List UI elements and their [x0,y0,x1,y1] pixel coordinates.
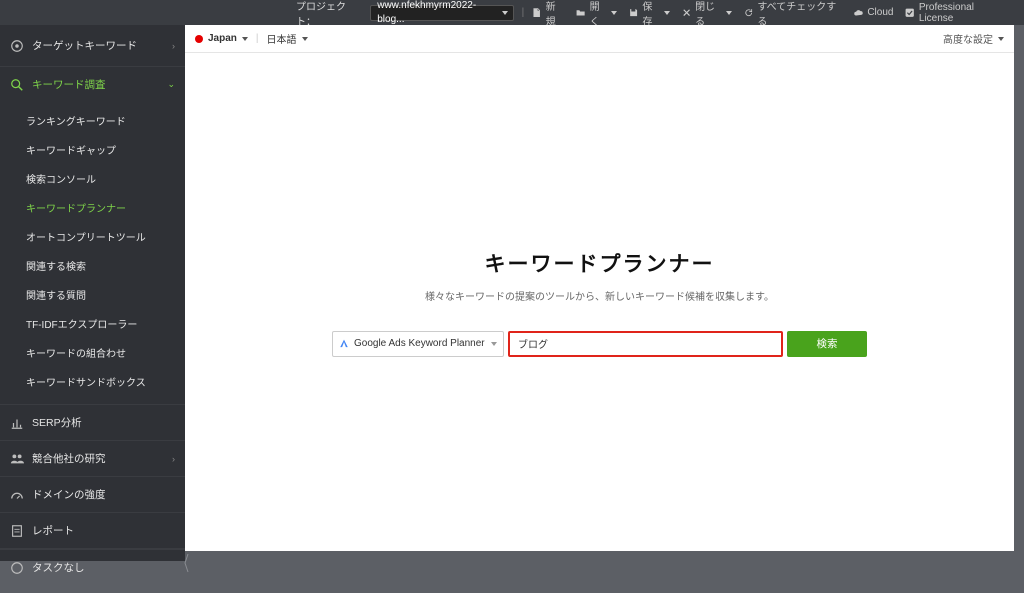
topbar-save[interactable]: 保存 [629,0,670,28]
sidebar-target-keyword[interactable]: ターゲットキーワード › [0,25,185,67]
divider: | [522,7,525,18]
topbar-close-label: 閉じる [695,0,723,28]
sidebar-sub-keyword-combos[interactable]: キーワードの組合わせ [0,338,185,367]
sidebar-label: タスクなし [32,560,175,575]
search-button[interactable]: 検索 [787,331,867,357]
language-selector[interactable]: 日本語 [267,31,308,46]
advanced-settings[interactable]: 高度な設定 [943,31,1004,46]
sidebar-sub-keyword-sandbox[interactable]: キーワードサンドボックス [0,367,185,396]
topbar-checkall-label: すべてチェックする [757,0,841,28]
sidebar-domain-strength[interactable]: ドメインの強度 [0,477,185,513]
topbar-cloud-label: Cloud [867,7,893,18]
topbar-save-label: 保存 [642,0,660,28]
chevron-down-icon [611,11,617,15]
sidebar-report[interactable]: レポート [0,513,185,549]
main-panel: Japan | 日本語 高度な設定 キーワードプランナー 様々なキーワードの提案… [185,25,1014,551]
sidebar-competitor[interactable]: 競合他社の研究 › [0,441,185,477]
planner-source-label: Google Ads Keyword Planner [354,338,485,349]
save-icon [629,8,638,18]
sidebar-label: SERP分析 [32,415,175,430]
task-icon [10,561,24,575]
chevron-right-icon: › [172,41,175,51]
topbar-license[interactable]: Professional License [905,2,1006,24]
topbar-content: プロジェクト： www.nfekhmyrm2022-blog... | 新規 開… [296,0,1018,28]
check-icon [905,8,914,18]
sidebar-label: ターゲットキーワード [32,38,172,53]
chevron-down-icon [302,37,308,41]
sidebar-label: キーワード調査 [32,77,167,92]
sidebar-serp[interactable]: SERP分析 [0,405,185,441]
page-title: キーワードプランナー [485,248,715,278]
advanced-label: 高度な設定 [943,31,993,46]
language-label: 日本語 [267,31,297,46]
folder-icon [576,8,585,18]
chevron-down-icon [242,37,248,41]
google-ads-icon [339,339,349,349]
gauge-icon [10,488,24,502]
sidebar-sub-autocomplete[interactable]: オートコンプリートツール [0,222,185,251]
file-icon [532,8,541,18]
document-icon [10,524,24,538]
sidebar-sub-keyword-planner[interactable]: キーワードプランナー [0,193,185,222]
chevron-down-icon [491,342,497,346]
topbar-cloud[interactable]: Cloud [853,7,893,18]
target-icon [10,39,24,53]
topbar-new[interactable]: 新規 [532,0,564,28]
refresh-icon [744,8,753,18]
keyword-input[interactable] [510,333,781,355]
topbar: プロジェクト： www.nfekhmyrm2022-blog... | 新規 開… [0,0,1024,25]
chevron-down-icon [726,11,732,15]
topbar-license-label: Professional License [919,2,1006,24]
main-toolbar: Japan | 日本語 高度な設定 [185,25,1014,53]
country-label: Japan [208,33,237,44]
sidebar-sub-tfidf[interactable]: TF-IDFエクスプローラー [0,309,185,338]
project-label: プロジェクト： [296,0,362,28]
sidebar-sub-keyword-gap[interactable]: キーワードギャップ [0,135,185,164]
chevron-right-icon: › [172,454,175,464]
users-icon [10,452,24,466]
topbar-checkall[interactable]: すべてチェックする [744,0,841,28]
sidebar: ターゲットキーワード › キーワード調査 ⌄ ランキングキーワード キーワードギ… [0,25,185,561]
sidebar-no-task[interactable]: タスクなし [0,550,185,585]
flag-icon [195,35,203,43]
country-selector[interactable]: Japan [195,33,248,44]
keyword-input-wrap [508,331,783,357]
sidebar-label: 競合他社の研究 [32,451,172,466]
topbar-close[interactable]: 閉じる [682,0,732,28]
sidebar-label: レポート [32,523,175,538]
sidebar-keyword-research[interactable]: キーワード調査 ⌄ [0,67,185,102]
sidebar-sub-ranking-keywords[interactable]: ランキングキーワード [0,106,185,135]
topbar-open[interactable]: 開く [576,0,617,28]
sidebar-sub-related-questions[interactable]: 関連する質問 [0,280,185,309]
search-icon [10,78,24,92]
chevron-down-icon [664,11,670,15]
sidebar-sub-search-console[interactable]: 検索コンソール [0,164,185,193]
sidebar-bottom: タスクなし [0,549,185,585]
page-subtitle: 様々なキーワードの提案のツールから、新しいキーワード候補を収集します。 [425,288,774,303]
topbar-open-label: 開く [590,0,608,28]
topbar-new-label: 新規 [546,0,565,28]
sidebar-submenu: ランキングキーワード キーワードギャップ 検索コンソール キーワードプランナー … [0,102,185,405]
chart-icon [10,416,24,430]
sidebar-sub-related-searches[interactable]: 関連する検索 [0,251,185,280]
main-center: キーワードプランナー 様々なキーワードの提案のツールから、新しいキーワード候補を… [185,53,1014,551]
chevron-down-icon [998,37,1004,41]
divider: | [256,33,259,44]
cloud-icon [853,8,863,18]
input-row: Google Ads Keyword Planner 検索 [332,331,867,357]
close-icon [682,8,691,18]
sidebar-label: ドメインの強度 [32,487,175,502]
planner-source-selector[interactable]: Google Ads Keyword Planner [332,331,504,357]
project-selector[interactable]: www.nfekhmyrm2022-blog... [370,5,513,21]
chevron-down-icon: ⌄ [167,79,175,90]
